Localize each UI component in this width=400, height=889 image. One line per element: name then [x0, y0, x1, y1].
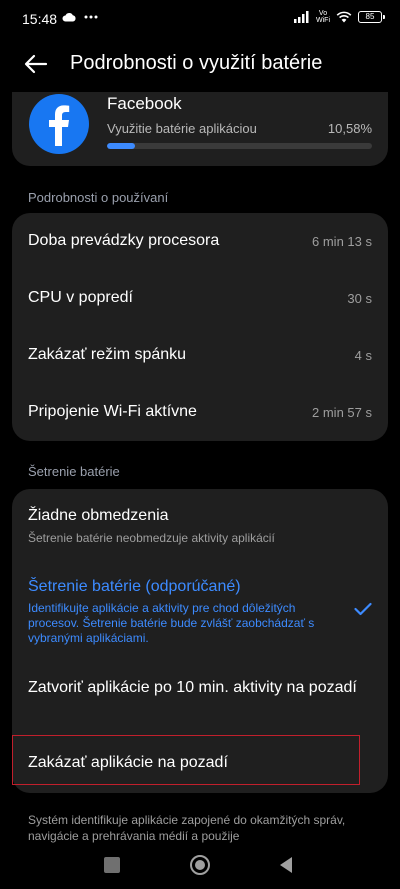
app-usage-percent: 10,58% — [327, 121, 372, 136]
detail-value: 2 min 57 s — [312, 405, 372, 420]
option-title: Žiadne obmedzenia — [28, 507, 169, 524]
app-name: Facebook — [107, 94, 182, 113]
navigation-bar — [0, 844, 400, 889]
detail-label: CPU v popredí — [28, 289, 133, 306]
details-card: Doba prevádzky procesora 6 min 13 s CPU … — [12, 213, 388, 441]
status-time: 15:48 — [22, 11, 58, 27]
detail-value: 6 min 13 s — [312, 234, 372, 249]
battery-icon: 85 — [358, 11, 385, 23]
more-icon — [84, 15, 98, 19]
usage-progress-fill — [107, 143, 136, 149]
facebook-icon — [29, 94, 89, 154]
checkmark-icon — [354, 602, 372, 616]
option-title: Zatvoriť aplikácie po 10 min. aktivity n… — [28, 679, 357, 696]
back-button[interactable] — [22, 50, 54, 78]
back-nav-icon[interactable] — [280, 857, 292, 873]
highlight-box — [12, 735, 360, 785]
footer-note: Systém identifikuje aplikácie zapojené d… — [28, 813, 346, 843]
arrow-left-icon — [24, 54, 48, 74]
status-bar: 15:48 Vo WiFi 85 — [0, 0, 400, 40]
detail-value: 4 s — [354, 348, 372, 363]
detail-row-cpu-time: Doba prevádzky procesora 6 min 13 s — [12, 213, 388, 270]
cloud-icon — [62, 12, 76, 22]
wifi-icon — [336, 11, 352, 23]
option-subtitle: Identifikujte aplikácie a aktivity pre c… — [28, 601, 315, 645]
option-subtitle: Šetrenie batérie neobmedzuje aktivity ap… — [28, 531, 275, 545]
usage-progress-bar — [107, 143, 372, 149]
battery-saver-card: Žiadne obmedzenia Šetrenie batérie neobm… — [12, 489, 388, 793]
volte-wifi-icon: Vo WiFi — [316, 10, 330, 24]
home-icon[interactable] — [190, 855, 210, 875]
recents-icon[interactable] — [104, 857, 120, 873]
top-bar: Podrobnosti o využití batérie — [0, 44, 400, 84]
detail-row-cpu-foreground: CPU v popredí 30 s — [12, 270, 388, 327]
option-title: Šetrenie batérie (odporúčané) — [28, 578, 241, 595]
details-section-header: Podrobnosti o používaní — [28, 190, 169, 205]
detail-label: Zakázať režim spánku — [28, 346, 187, 363]
app-usage-card: Facebook Využitie batérie aplikáciou 10,… — [12, 92, 388, 166]
app-usage-label: Využitie batérie aplikáciou — [107, 121, 257, 136]
detail-label: Doba prevádzky procesora — [28, 232, 220, 249]
saver-section-header: Šetrenie batérie — [28, 464, 120, 479]
detail-value: 30 s — [347, 291, 372, 306]
page-title: Podrobnosti o využití batérie — [70, 52, 323, 74]
detail-label: Pripojenie Wi-Fi aktívne — [28, 403, 197, 420]
detail-row-sleep: Zakázať režim spánku 4 s — [12, 327, 388, 384]
detail-row-wifi: Pripojenie Wi-Fi aktívne 2 min 57 s — [12, 384, 388, 441]
signal-icon — [294, 11, 309, 23]
